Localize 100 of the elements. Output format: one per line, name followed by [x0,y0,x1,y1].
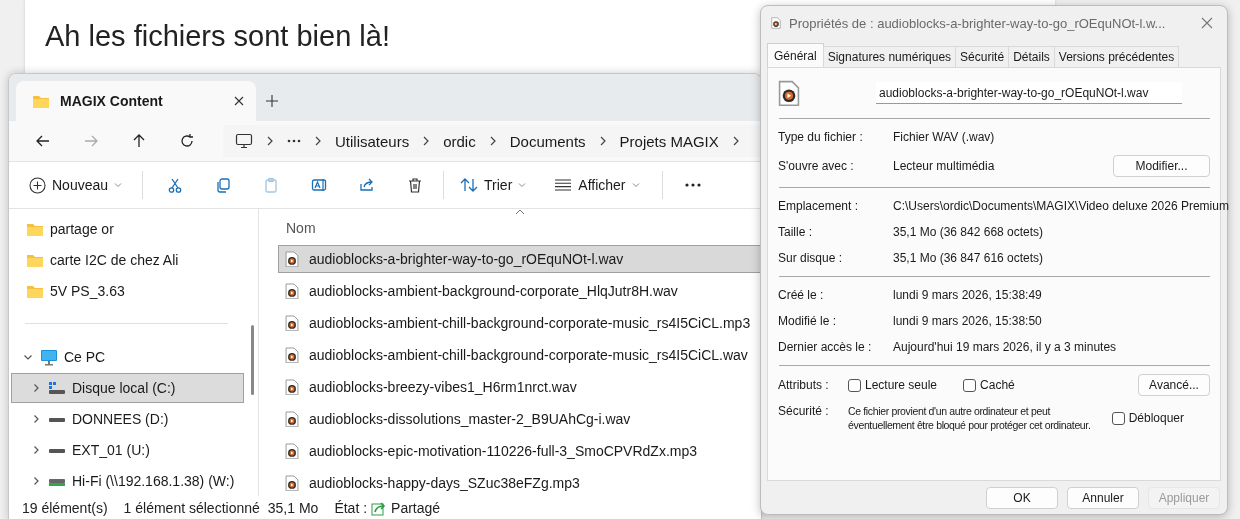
share-icon [359,177,376,193]
folder-icon [26,252,44,268]
drive-icon [48,381,66,395]
audio-file-icon [285,442,299,460]
folder-icon [26,283,44,299]
sort-icon [460,177,479,193]
nav-item[interactable]: 5V PS_3.63 [11,276,244,306]
cancel-button[interactable]: Annuler [1067,487,1139,509]
checkbox[interactable]: Caché [963,378,1015,392]
field-label: Attributs : [778,378,830,392]
chevron-right-icon [313,135,323,147]
computer-icon [235,133,253,149]
field-value: Fichier WAV (.wav) [893,130,996,144]
column-header[interactable]: Nom [278,211,761,245]
audio-file-icon [285,282,299,300]
file-row[interactable]: audioblocks-ambient-chill-background-corporate-music_rs4I5CiCL.mp3 [278,309,761,337]
file-row[interactable]: audioblocks-happy-days_SZuc38eFZg.mp3 [278,469,761,496]
field-value: lundi 9 mars 2026, 15:38:50 [893,314,1043,328]
nav-item[interactable]: DONNEES (D:) [11,404,244,434]
status-text: Partagé [391,500,441,516]
status-text: État : [334,500,368,516]
advanced-button[interactable]: Avancé... [1138,374,1210,396]
breadcrumb-item[interactable]: ordic [443,132,476,150]
audio-file-icon [285,378,299,396]
back-arrow-icon [35,133,51,149]
nav-item[interactable]: EXT_01 (U:) [11,435,244,465]
audio-file-icon [285,250,299,268]
file-name-field[interactable]: audioblocks-a-brighter-way-to-go_rOEquNOt-l.wav [876,82,1182,104]
sort-button[interactable]: Trier [454,169,533,201]
rename-icon [311,177,328,193]
up-arrow-icon [131,133,147,149]
checkbox[interactable]: Débloquer [1111,404,1184,432]
window-title: Propriétés de : audioblocks-a-brighter-way-to-go_rOEquNOt-l.w... [789,15,1167,31]
field-value: lundi 9 mars 2026, 15:38:49 [893,288,1043,302]
folder-icon [32,93,50,109]
file-row[interactable]: audioblocks-ambient-chill-background-corporate-music_rs4I5CiCL.wav [278,341,761,369]
status-text: 1 élément sélectionné [123,500,260,516]
breadcrumb-item[interactable]: Projets MAGIX [619,132,719,150]
checkbox[interactable]: Lecture seule [848,378,938,392]
field-label: S'ouvre avec : [778,159,855,173]
field-label: Emplacement : [778,199,860,213]
audio-file-icon [285,346,299,364]
breadcrumb-item[interactable]: Utilisateurs [335,132,410,150]
folder-icon [26,221,44,237]
file-row[interactable]: audioblocks-breezy-vibes1_H6rm1nrct.wav [278,373,761,401]
field-label: Sécurité : [778,404,830,420]
file-row[interactable]: audioblocks-dissolutions_master-2_B9UAhCg-i.wav [278,405,761,433]
tab[interactable]: Signatures numériques [822,46,957,67]
security-note: Ce fichier provient d'un autre ordinateur et peut éventuellement être bloqué pour protéger cet ordinateur. [848,404,1092,432]
close-icon[interactable] [234,96,244,106]
audio-file-icon [771,17,781,29]
audio-file-icon [285,474,299,492]
field-label: Créé le : [778,288,825,302]
field-value: 35,1 Mo (36 847 616 octets) [893,251,1045,265]
file-row[interactable]: audioblocks-epic-motivation-110226-full-3_SmoCPVRdZx.mp3 [278,437,761,465]
file-row[interactable]: audioblocks-a-brighter-way-to-go_rOEquNOt-l.wav [278,245,761,273]
copy-icon [215,177,232,193]
caret-icon [518,182,527,188]
caret-icon [631,182,640,188]
window-tab[interactable]: MAGIX Content [16,81,256,121]
field-label: Sur disque : [778,251,844,265]
nav-item[interactable]: Disque local (C:) [11,373,244,403]
nav-item[interactable]: Hi-Fi (\\192.168.1.38) (W:) [11,466,244,496]
forward-arrow-icon [83,133,99,149]
nav-item[interactable]: Ce PC [11,342,244,372]
field-label: Taille : [778,225,813,239]
share-icon [371,500,388,516]
trash-icon [407,177,424,193]
field-value: Aujourd'hui 19 mars 2026, il y a 3 minutes [893,340,1118,354]
change-button[interactable]: Modifier... [1113,155,1210,177]
scrollbar-thumb[interactable] [251,325,254,395]
field-label: Modifié le : [778,314,838,328]
more-icon [684,183,701,187]
paragraph: Ah les fichiers sont bien là! [45,19,390,54]
more-icon[interactable] [287,139,301,143]
tab[interactable]: Versions précédentes [1053,46,1180,67]
caret-icon [114,182,123,188]
plus-icon[interactable] [266,94,278,107]
field-label: Type du fichier : [778,130,864,144]
refresh-icon [179,133,195,149]
computer-icon [40,348,58,366]
new-button[interactable]: Nouveau [25,169,127,201]
file-row[interactable]: audioblocks-ambient-background-corporate_HlqJutr8H.wav [278,277,761,305]
breadcrumb-item[interactable]: Documents [509,132,586,150]
scissors-icon [167,177,184,193]
view-button[interactable]: Afficher [548,169,646,201]
nav-item[interactable]: partage or [11,214,244,244]
chevron-right-icon [265,135,275,147]
list-icon [554,179,573,191]
field-label: Dernier accès le : [778,340,873,354]
field-value: C:\Users\ordic\Documents\MAGIX\Video deluxe 2026 Premium [893,199,1229,213]
clipboard-icon [263,177,280,193]
sort-caret-icon [515,209,525,215]
tab[interactable]: Général [767,43,824,67]
address-bar[interactable]: Utilisateurs ordic Documents Projets MAGIX [223,125,761,157]
field-value: 35,1 Mo (36 842 668 octets) [893,225,1045,239]
ok-button[interactable]: OK [986,487,1058,509]
plus-circle-icon [29,176,46,194]
status-text: 35,1 Mo [267,500,319,516]
nav-item[interactable]: carte I2C de chez Ali [11,245,244,275]
